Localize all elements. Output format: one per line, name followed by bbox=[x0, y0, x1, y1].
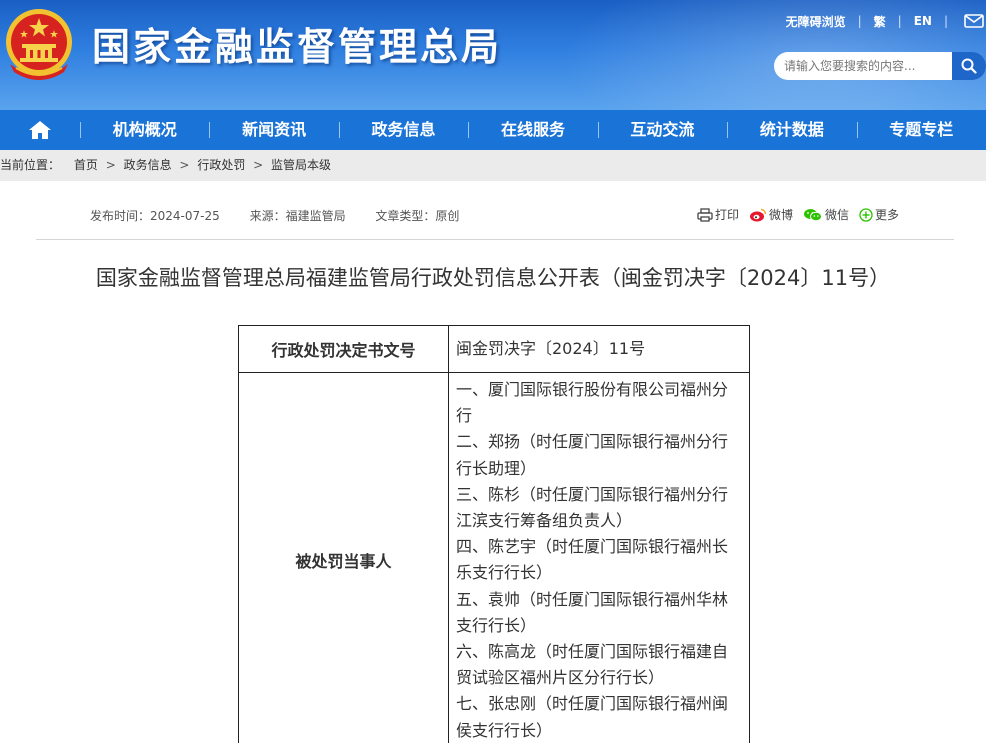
breadcrumb-gov-info[interactable]: 政务信息 bbox=[124, 158, 172, 172]
divider: | bbox=[857, 14, 862, 28]
breadcrumb-separator-icon: > bbox=[253, 158, 264, 172]
publish-time: 发布时间：2024-07-25 bbox=[90, 209, 220, 223]
divider: | bbox=[943, 14, 948, 28]
top-links: 无障碍浏览 | 繁 | EN | bbox=[786, 12, 986, 30]
party-item: 五、袁帅（时任厦门国际银行福州华林支行行长） bbox=[456, 589, 729, 635]
breadcrumb-separator-icon: > bbox=[105, 158, 116, 172]
breadcrumb: 当前位置： 首页 > 政务信息 > 行政处罚 > 监管局本级 bbox=[0, 150, 986, 181]
party-item: 三、陈杉（时任厦门国际银行福州分行江滨支行筹备组负责人） bbox=[456, 484, 729, 531]
nav-item-news[interactable]: 新闻资讯 bbox=[209, 110, 338, 150]
nav-home[interactable] bbox=[0, 110, 80, 150]
table-header-cell: 行政处罚决定书文号 bbox=[238, 325, 449, 373]
more-share-button[interactable]: 更多 bbox=[859, 206, 899, 223]
divider: | bbox=[897, 14, 902, 28]
nav-item-online-service[interactable]: 在线服务 bbox=[468, 110, 597, 150]
table-row: 被处罚当事人 一、厦门国际银行股份有限公司福州分行 二、郑扬（时任厦门国际银行福… bbox=[238, 372, 750, 743]
penalty-info-table: 行政处罚决定书文号 闽金罚决字〔2024〕11号 被处罚当事人 一、厦门国际银行… bbox=[238, 325, 750, 743]
breadcrumb-label: 当前位置： bbox=[0, 158, 61, 172]
print-button[interactable]: 打印 bbox=[697, 206, 739, 223]
breadcrumb-bureau[interactable]: 监管局本级 bbox=[271, 158, 331, 172]
national-emblem-icon[interactable] bbox=[2, 6, 76, 82]
breadcrumb-separator-icon: > bbox=[179, 158, 190, 172]
traditional-chinese-link[interactable]: 繁 bbox=[874, 13, 886, 30]
table-value-cell: 闽金罚决字〔2024〕11号 bbox=[448, 325, 750, 373]
nav-item-interaction[interactable]: 互动交流 bbox=[597, 110, 727, 150]
nav-item-statistics[interactable]: 统计数据 bbox=[727, 110, 856, 150]
breadcrumb-penalty[interactable]: 行政处罚 bbox=[197, 158, 245, 172]
plus-circle-icon bbox=[859, 207, 873, 222]
wechat-icon bbox=[804, 208, 823, 221]
weibo-share-button[interactable]: 微博 bbox=[749, 206, 793, 223]
printer-icon bbox=[697, 207, 713, 222]
nav-item-topics[interactable]: 专题专栏 bbox=[856, 110, 986, 150]
wechat-share-button[interactable]: 微信 bbox=[803, 206, 849, 223]
main-nav: 机构概况 新闻资讯 政务信息 在线服务 互动交流 统计数据 专题专栏 bbox=[0, 110, 986, 150]
divider-line bbox=[36, 239, 954, 240]
article-title: 国家金融监督管理总局福建监管局行政处罚信息公开表（闽金罚决字〔2024〕11号） bbox=[95, 266, 891, 290]
table-header-cell: 被处罚当事人 bbox=[238, 372, 449, 743]
party-item: 二、郑扬（时任厦门国际银行福州分行行长助理） bbox=[456, 432, 729, 478]
article-meta: 发布时间：2024-07-25 来源：福建监管局 文章类型：原创 bbox=[90, 207, 485, 224]
share-bar: 打印 微博 微信 更多 bbox=[697, 206, 909, 223]
party-item: 七、张忠刚（时任厦门国际银行福州闽侯支行行长） bbox=[456, 694, 729, 740]
search-input[interactable] bbox=[774, 52, 952, 80]
party-item: 六、陈高龙（时任厦门国际银行福建自贸试验区福州片区分行行长） bbox=[456, 642, 729, 688]
site-header: 国家金融监督管理总局 无障碍浏览 | 繁 | EN | bbox=[0, 0, 986, 110]
party-item: 四、陈艺宇（时任厦门国际银行福州长乐支行行长） bbox=[456, 537, 729, 583]
table-row: 行政处罚决定书文号 闽金罚决字〔2024〕11号 bbox=[238, 325, 750, 373]
english-link[interactable]: EN bbox=[914, 14, 932, 28]
wechat-label: 微信 bbox=[825, 208, 850, 222]
breadcrumb-home[interactable]: 首页 bbox=[74, 158, 98, 172]
home-icon bbox=[29, 121, 51, 139]
article-type: 文章类型：原创 bbox=[375, 209, 460, 223]
search-icon bbox=[961, 58, 977, 74]
more-label: 更多 bbox=[875, 208, 900, 222]
table-value-cell: 一、厦门国际银行股份有限公司福州分行 二、郑扬（时任厦门国际银行福州分行行长助理… bbox=[448, 372, 750, 743]
site-title[interactable]: 国家金融监督管理总局 bbox=[92, 16, 502, 71]
mail-icon[interactable] bbox=[964, 14, 984, 28]
party-item: 一、厦门国际银行股份有限公司福州分行 bbox=[456, 380, 729, 426]
search-button[interactable] bbox=[952, 52, 986, 80]
print-label: 打印 bbox=[715, 208, 740, 222]
accessibility-link[interactable]: 无障碍浏览 bbox=[786, 13, 846, 30]
weibo-label: 微博 bbox=[769, 208, 794, 222]
weibo-icon bbox=[750, 208, 767, 221]
article-source: 来源：福建监管局 bbox=[249, 209, 346, 223]
nav-item-gov-info[interactable]: 政务信息 bbox=[338, 110, 468, 150]
nav-item-about[interactable]: 机构概况 bbox=[80, 110, 209, 150]
